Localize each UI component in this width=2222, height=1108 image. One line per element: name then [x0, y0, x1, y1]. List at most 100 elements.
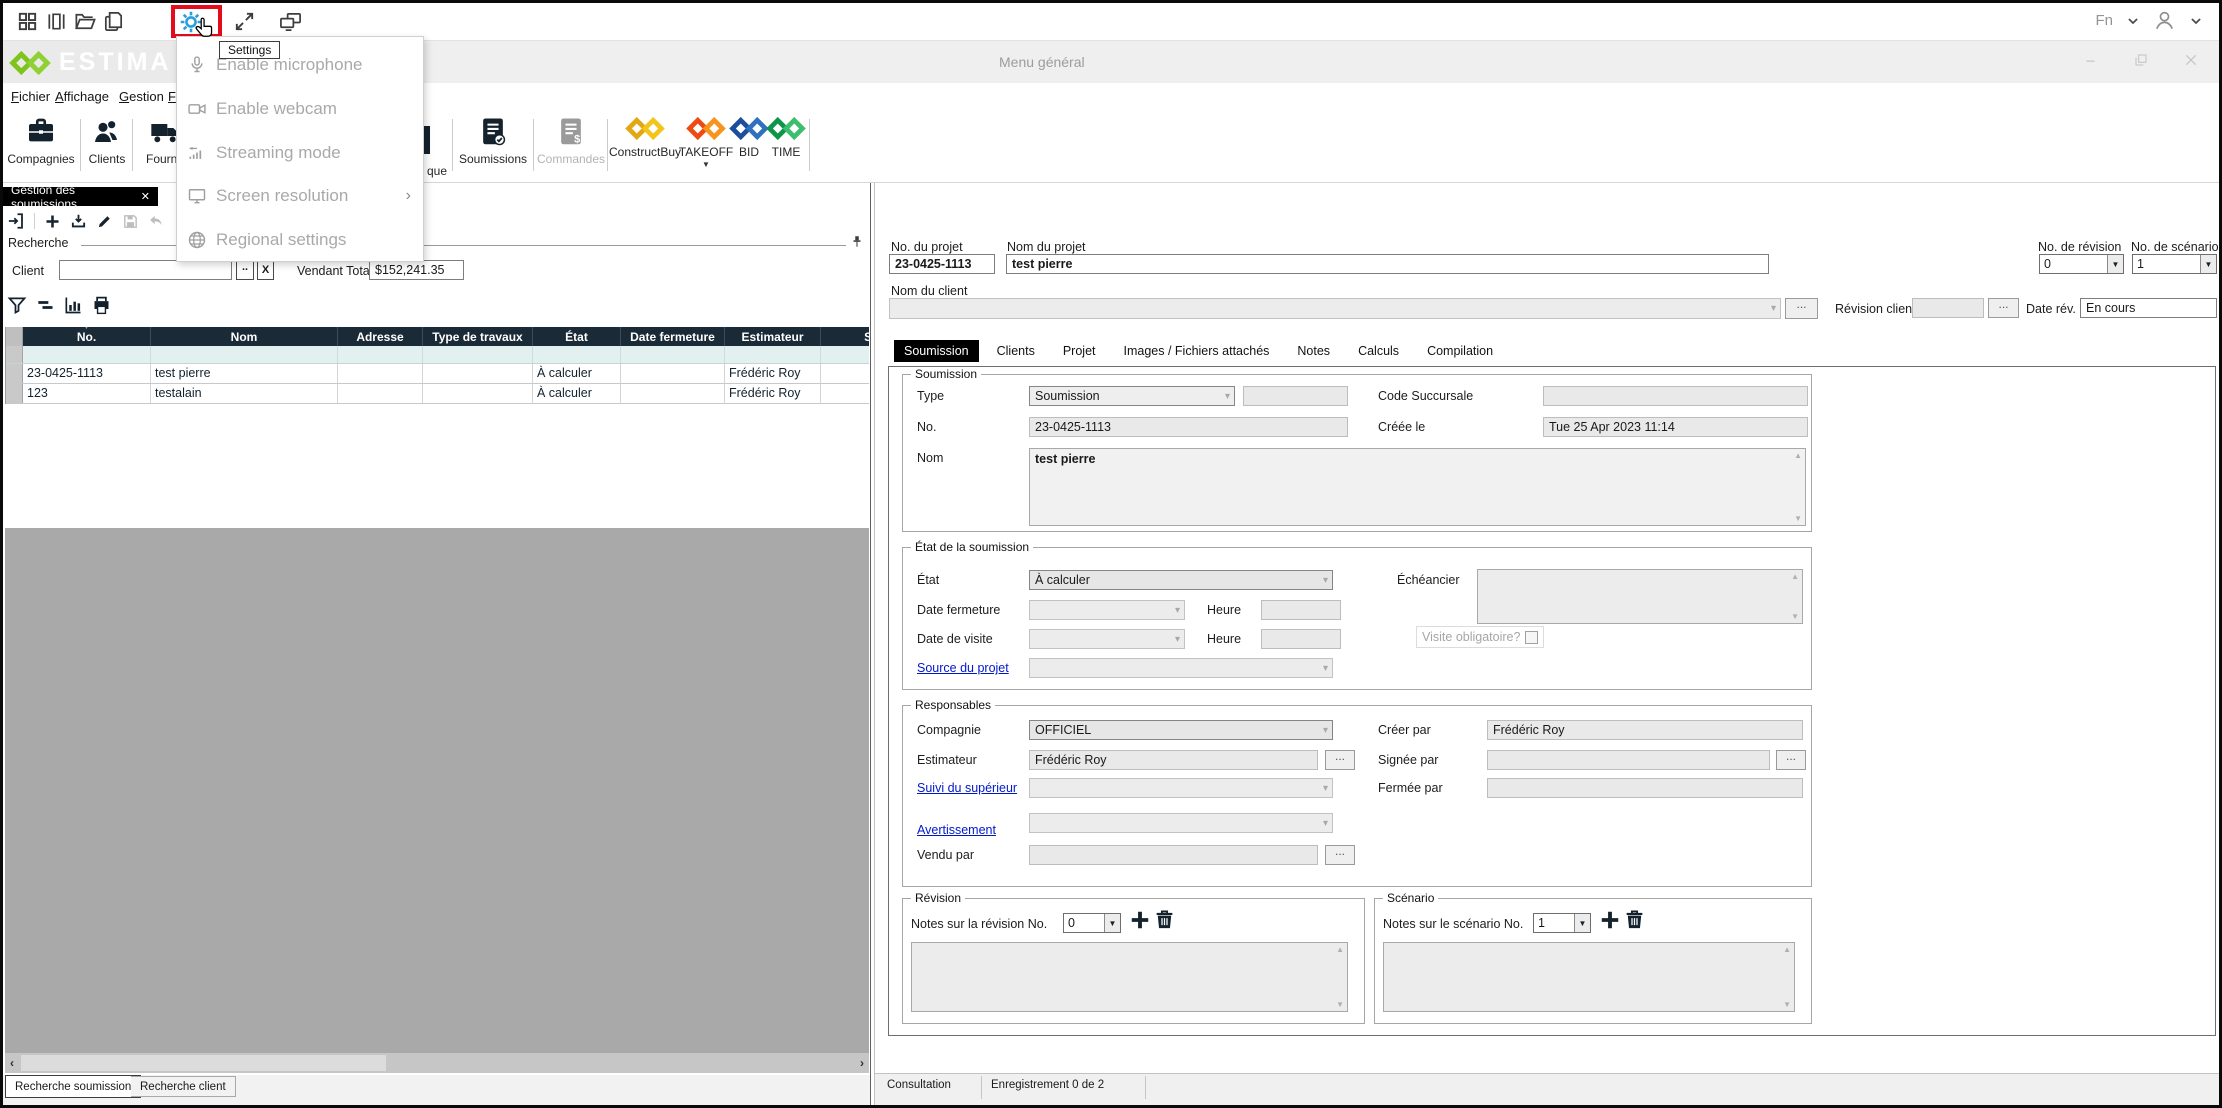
no-revision-combo[interactable]: 0▼: [2039, 254, 2124, 274]
menu-item-screen-resolution[interactable]: Screen resolution ›: [177, 175, 423, 217]
scroll-right-icon[interactable]: ›: [855, 1056, 869, 1070]
caret-down-icon[interactable]: ▼: [702, 160, 710, 169]
fermee-par-field[interactable]: [1487, 778, 1803, 798]
menu-item-enable-microphone[interactable]: Enable microphone: [177, 44, 423, 86]
client-lookup-button[interactable]: ..: [236, 260, 254, 280]
source-projet-combo[interactable]: ▾: [1029, 658, 1333, 678]
tab-compilation[interactable]: Compilation: [1417, 340, 1503, 362]
edit-pencil-icon[interactable]: [96, 213, 113, 230]
tab-calculs[interactable]: Calculs: [1348, 340, 1409, 362]
tab-recherche-soumission[interactable]: Recherche soumission: [5, 1075, 141, 1098]
creer-par-field[interactable]: Frédéric Roy: [1487, 720, 1803, 740]
tab-clients[interactable]: Clients: [987, 340, 1045, 362]
nom-textarea[interactable]: test pierre ▲ ▼: [1029, 448, 1806, 526]
code-succursale-field[interactable]: [1543, 386, 1808, 406]
scroll-left-icon[interactable]: ‹: [5, 1056, 19, 1070]
delete-scenario-icon[interactable]: [1623, 908, 1646, 931]
nom-client-combo[interactable]: ▾: [889, 298, 1781, 319]
toolbar-item-truncated-label[interactable]: que: [427, 164, 447, 178]
import-icon[interactable]: [70, 213, 87, 230]
exit-icon[interactable]: [7, 212, 25, 230]
toolbar-item-time[interactable]: TIME: [768, 116, 804, 159]
visite-obligatoire-checkbox[interactable]: [1525, 631, 1538, 644]
tab-close-icon[interactable]: ✕: [141, 190, 150, 203]
add-scenario-icon[interactable]: [1599, 909, 1621, 931]
add-revision-icon[interactable]: [1129, 909, 1151, 931]
column-header-etat[interactable]: État: [533, 327, 621, 346]
toolbar-item-soumissions[interactable]: Soumissions: [457, 116, 529, 166]
toolbar-item-constructbuy[interactable]: ConstructBuy: [612, 116, 678, 159]
client-clear-button[interactable]: X: [257, 260, 274, 280]
toolbar-item-compagnies[interactable]: Compagnies: [5, 116, 77, 166]
signee-par-field[interactable]: [1487, 750, 1770, 770]
column-header-estimateur[interactable]: Estimateur: [725, 327, 821, 346]
restore-icon[interactable]: [2133, 52, 2149, 68]
panels-icon[interactable]: [45, 10, 68, 33]
suivi-superieur-link[interactable]: Suivi du supérieur: [917, 781, 1017, 795]
toolbar-item-clients[interactable]: Clients: [85, 116, 129, 166]
date-fermeture-combo[interactable]: ▾: [1029, 600, 1185, 620]
heure-fermeture-field[interactable]: [1261, 600, 1341, 620]
vendu-par-field[interactable]: [1029, 845, 1318, 865]
tab-images-fichiers[interactable]: Images / Fichiers attachés: [1114, 340, 1280, 362]
source-du-projet-link[interactable]: Source du projet: [917, 661, 1009, 675]
revision-notes-textarea[interactable]: ▲ ▼: [911, 942, 1348, 1012]
no-scenario-combo[interactable]: 1▼: [2132, 254, 2217, 274]
toolbar-item-takeoff[interactable]: TAKEOFF ▼: [682, 116, 730, 169]
menu-fichier[interactable]: Fichier: [11, 89, 50, 104]
suivi-superieur-combo[interactable]: ▾: [1029, 778, 1333, 798]
echeancier-textarea[interactable]: ▲ ▼: [1477, 569, 1803, 624]
column-header-type-travaux[interactable]: Type de travaux: [423, 327, 533, 346]
revision-client-field[interactable]: [1912, 298, 1984, 318]
scenario-no-combo[interactable]: 1▼: [1533, 913, 1591, 933]
menu-item-enable-webcam[interactable]: Enable webcam: [177, 88, 423, 130]
open-folder-icon[interactable]: [73, 10, 97, 33]
column-header-nom[interactable]: Nom: [151, 327, 338, 346]
save-icon[interactable]: [122, 213, 139, 230]
compare-lines-icon[interactable]: [35, 295, 55, 315]
no-projet-field[interactable]: 23-0425-1113: [889, 254, 995, 274]
nom-client-lookup-button[interactable]: ...: [1785, 298, 1818, 319]
horizontal-scrollbar[interactable]: ‹ ›: [5, 1053, 869, 1073]
vendant-total-value[interactable]: $152,241.35: [369, 260, 464, 280]
expand-icon[interactable]: [233, 10, 256, 33]
table-row[interactable]: 123 testalain À calculer Frédéric Roy: [6, 384, 869, 404]
table-row[interactable]: 23-0425-1113 test pierre À calculer Fréd…: [6, 364, 869, 384]
chevron-down-icon[interactable]: [2126, 14, 2140, 28]
date-visite-combo[interactable]: ▾: [1029, 629, 1185, 649]
column-header-date-fermeture[interactable]: Date fermeture: [621, 327, 725, 346]
revision-client-lookup-button[interactable]: ...: [1988, 298, 2019, 318]
nom-projet-field[interactable]: test pierre: [1006, 254, 1769, 274]
column-header-signe[interactable]: Signé: [821, 327, 869, 346]
toolbar-item-bid[interactable]: BID: [734, 116, 764, 159]
delete-revision-icon[interactable]: [1153, 908, 1176, 931]
avertissement-combo[interactable]: ▾: [1029, 813, 1333, 833]
etat-combo[interactable]: À calculer▾: [1029, 570, 1333, 590]
creee-le-field[interactable]: Tue 25 Apr 2023 11:14: [1543, 417, 1808, 437]
print-icon[interactable]: [91, 295, 112, 316]
type-combo[interactable]: Soumission▾: [1029, 386, 1235, 406]
menu-item-regional-settings[interactable]: Regional settings: [177, 219, 423, 261]
client-input[interactable]: [59, 260, 232, 280]
estimateur-lookup-button[interactable]: ...: [1325, 750, 1355, 770]
menu-item-streaming-mode[interactable]: Streaming mode: [177, 132, 423, 174]
chevron-down-icon[interactable]: [2189, 14, 2203, 28]
date-rev-field[interactable]: En cours: [2080, 298, 2217, 318]
fn-label[interactable]: Fn: [2095, 12, 2113, 29]
type-extra-field[interactable]: [1243, 386, 1348, 406]
undo-icon[interactable]: [148, 213, 165, 230]
scrollbar-thumb[interactable]: [21, 1055, 386, 1071]
signee-par-lookup-button[interactable]: ...: [1776, 750, 1806, 770]
estimateur-field[interactable]: Frédéric Roy: [1029, 750, 1318, 770]
column-header-no[interactable]: ▼No.: [23, 327, 151, 346]
menu-gestion[interactable]: Gestion: [119, 89, 164, 104]
filter-funnel-icon[interactable]: [7, 295, 27, 315]
menu-affichage[interactable]: Affichage: [55, 89, 109, 104]
no-field[interactable]: 23-0425-1113: [1029, 417, 1348, 437]
minimize-icon[interactable]: [2084, 53, 2099, 68]
revision-no-combo[interactable]: 0▼: [1063, 913, 1121, 933]
copy-pages-icon[interactable]: [102, 10, 125, 33]
scenario-notes-textarea[interactable]: ▲ ▼: [1383, 942, 1795, 1012]
toolbar-item-commandes[interactable]: $ Commandes: [538, 116, 604, 166]
compagnie-combo[interactable]: OFFICIEL▾: [1029, 720, 1333, 740]
